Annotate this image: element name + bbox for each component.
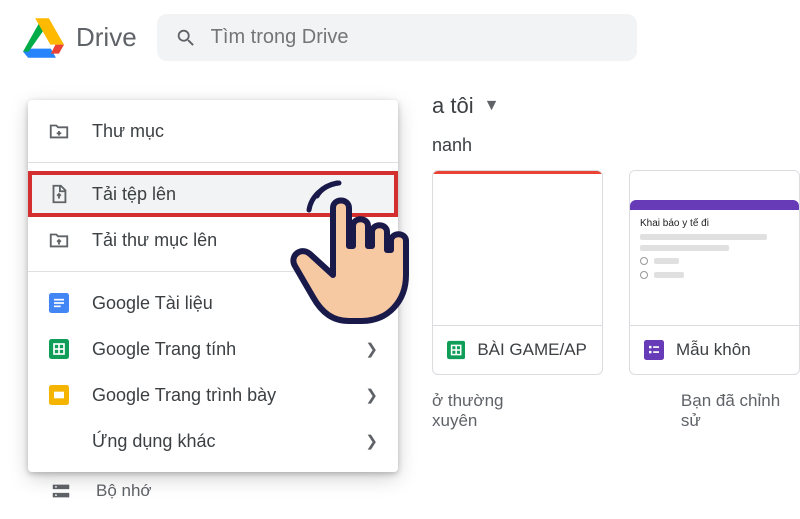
storage-label: Bộ nhớ — [96, 481, 152, 501]
menu-item-upload-folder[interactable]: Tải thư mục lên — [28, 217, 398, 263]
form-thumb-title: Khai báo y tế đi — [640, 218, 789, 229]
breadcrumb-text: a tôi — [432, 93, 474, 119]
menu-label: Google Trang tính — [92, 339, 236, 360]
card-thumbnail: Khai báo y tế đi — [630, 171, 799, 326]
sheets-icon — [48, 338, 70, 360]
menu-item-gsheets[interactable]: Google Trang tính ❯ — [28, 326, 398, 372]
menu-item-new-folder[interactable]: Thư mục — [28, 108, 398, 154]
card-game-app[interactable]: BÀI GAME/APP — [432, 170, 603, 375]
docs-icon — [48, 292, 70, 314]
menu-label: Tải thư mục lên — [92, 230, 217, 251]
card-thumbnail — [433, 171, 602, 326]
storage-icon — [50, 480, 72, 502]
new-folder-icon — [48, 120, 70, 142]
card-title: Mẫu khôn — [676, 340, 751, 360]
menu-label: Ứng dụng khác — [92, 431, 215, 452]
slides-icon — [48, 384, 70, 406]
menu-label: Thư mục — [92, 121, 164, 142]
chevron-right-icon: ❯ — [365, 294, 378, 312]
chevron-right-icon: ❯ — [365, 386, 378, 404]
drive-logo-icon — [20, 18, 64, 58]
menu-label: Tải tệp lên — [92, 184, 176, 205]
new-menu: Thư mục Tải tệp lên Tải thư mục lên Goog… — [28, 100, 398, 472]
sheets-icon — [447, 340, 465, 360]
menu-item-gdocs[interactable]: Google Tài liệu ❯ — [28, 280, 398, 326]
search-icon — [175, 27, 197, 49]
forms-icon — [644, 340, 664, 360]
blank-icon — [48, 430, 70, 452]
header: Drive — [0, 0, 800, 75]
search-input[interactable] — [211, 26, 619, 49]
menu-label: Google Trang trình bày — [92, 385, 276, 406]
menu-separator — [28, 162, 398, 163]
chevron-right-icon: ❯ — [365, 432, 378, 450]
card-subtitle: ở thường xuyên — [432, 391, 549, 431]
search-box[interactable] — [157, 14, 637, 61]
logo[interactable]: Drive — [20, 18, 137, 58]
sidebar-item-storage[interactable]: Bộ nhớ — [50, 480, 152, 502]
card-subtitle: Bạn đã chỉnh sử — [681, 391, 800, 431]
chevron-right-icon: ❯ — [365, 340, 378, 358]
card-title: BÀI GAME/APP — [477, 340, 588, 360]
menu-item-more-apps[interactable]: Ứng dụng khác ❯ — [28, 418, 398, 464]
menu-separator — [28, 271, 398, 272]
card-form[interactable]: Khai báo y tế đi Mẫu khôn — [629, 170, 800, 375]
upload-file-icon — [48, 183, 70, 205]
upload-folder-icon — [48, 229, 70, 251]
app-title: Drive — [76, 22, 137, 53]
menu-label: Google Tài liệu — [92, 293, 213, 314]
chevron-down-icon: ▼ — [484, 97, 500, 115]
menu-item-upload-file[interactable]: Tải tệp lên — [28, 171, 398, 217]
menu-item-gslides[interactable]: Google Trang trình bày ❯ — [28, 372, 398, 418]
